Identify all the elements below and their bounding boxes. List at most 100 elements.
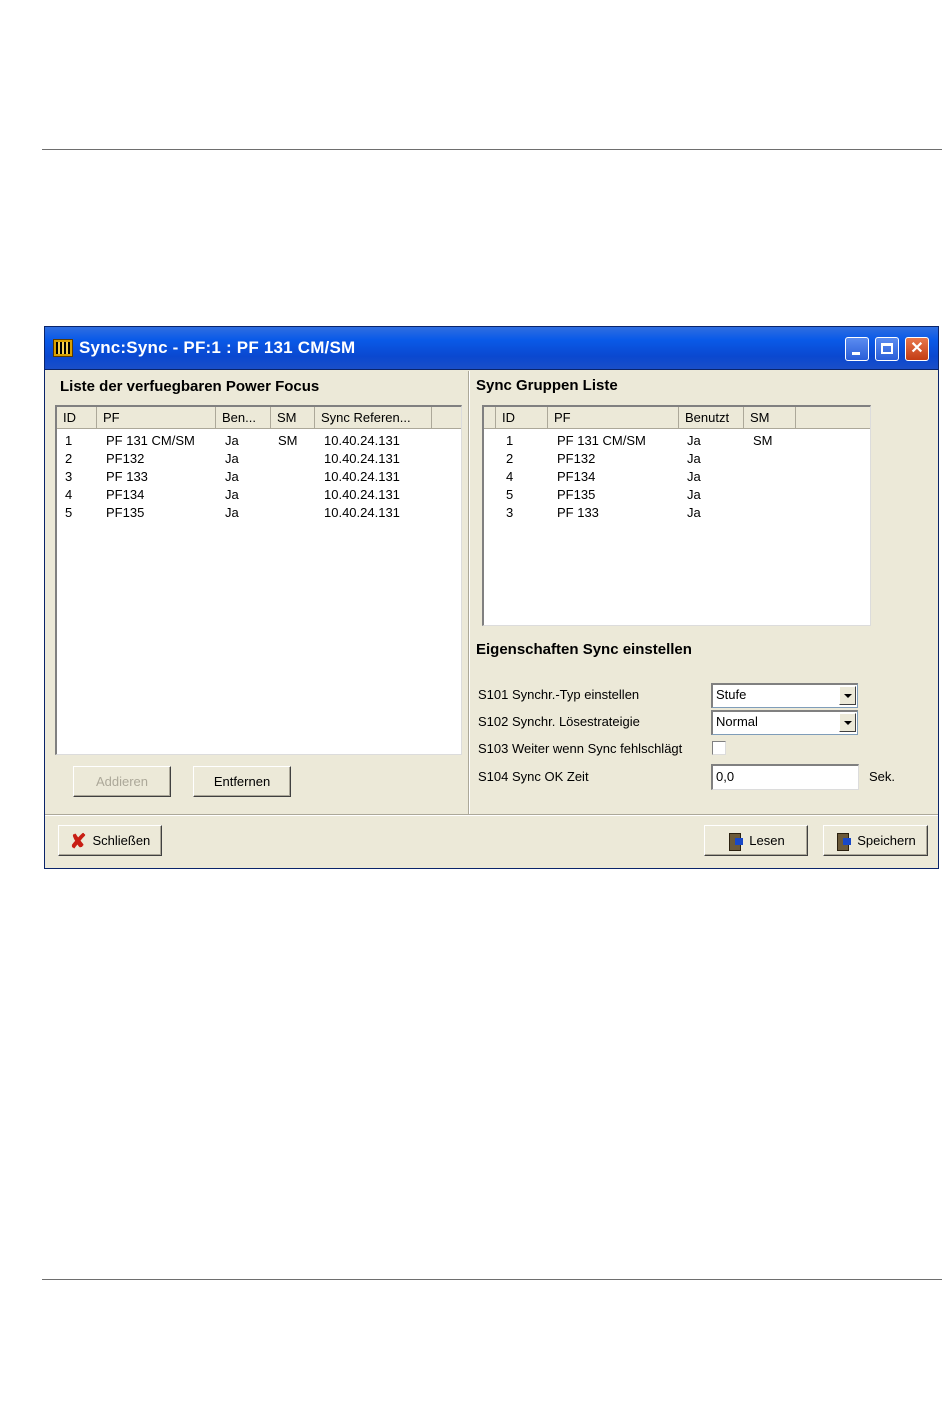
row-id: 4: [506, 469, 514, 484]
sync-group-panel: Sync Gruppen Liste ID PF Benutzt SM 1 PF…: [472, 371, 934, 815]
save-button[interactable]: Speichern: [823, 825, 928, 856]
close-button-label: Schließen: [92, 833, 151, 848]
s101-sync-type-select[interactable]: Stufe: [711, 683, 858, 708]
row-benutzt: Ja: [225, 433, 239, 448]
remove-button[interactable]: Entfernen: [193, 766, 291, 797]
s104-sync-ok-time-input[interactable]: 0,0: [711, 764, 859, 790]
col-header-pf[interactable]: PF: [97, 407, 216, 428]
row-id: 2: [65, 451, 73, 466]
row-id: 1: [65, 433, 73, 448]
row-benutzt: Ja: [687, 487, 701, 502]
col-header-id[interactable]: ID: [57, 407, 97, 428]
s102-strategy-select[interactable]: Normal: [711, 710, 858, 735]
row-pf: PF132: [557, 451, 596, 466]
close-button[interactable]: ✘ Schließen: [58, 825, 162, 856]
row-benutzt: Ja: [687, 505, 701, 520]
list-item[interactable]: 4 PF134 Ja 10.40.24.131: [57, 486, 461, 504]
s101-value: Stufe: [716, 687, 747, 702]
list-item[interactable]: 1 PF 131 CM/SM Ja SM: [484, 432, 870, 450]
close-icon: ✘: [69, 830, 87, 853]
col-header-sm[interactable]: SM: [744, 407, 796, 428]
save-icon: [835, 833, 852, 852]
row-benutzt: Ja: [225, 505, 239, 520]
row-benutzt: Ja: [225, 451, 239, 466]
panel-divider: [468, 371, 470, 815]
row-pf: PF135: [557, 487, 596, 502]
add-button[interactable]: Addieren: [73, 766, 171, 797]
row-sync-ref: 10.40.24.131: [324, 469, 400, 484]
available-pf-heading: Liste der verfuegbaren Power Focus: [60, 378, 320, 395]
list-item[interactable]: 1 PF 131 CM/SM Ja SM 10.40.24.131: [57, 432, 461, 450]
s102-label: S102 Synchr. Lösestrateigie: [478, 714, 640, 729]
list-item[interactable]: 2 PF132 Ja 10.40.24.131: [57, 450, 461, 468]
list-item[interactable]: 3 PF 133 Ja: [484, 504, 870, 522]
footer-divider: [45, 814, 938, 816]
available-pf-list[interactable]: ID PF Ben... SM Sync Referen... 1 PF 131…: [55, 405, 462, 755]
row-benutzt: Ja: [687, 451, 701, 466]
row-id: 5: [65, 505, 73, 520]
row-sync-ref: 10.40.24.131: [324, 433, 400, 448]
row-pf: PF 131 CM/SM: [106, 433, 195, 448]
list-item[interactable]: 2 PF132 Ja: [484, 450, 870, 468]
s103-label: S103 Weiter wenn Sync fehlschlägt: [478, 741, 683, 756]
app-icon: [53, 339, 73, 357]
available-pf-panel: Liste der verfuegbaren Power Focus ID PF…: [48, 371, 469, 815]
s101-label: S101 Synchr.-Typ einstellen: [478, 687, 640, 702]
row-id: 2: [506, 451, 514, 466]
window-title: Sync:Sync - PF:1 : PF 131 CM/SM: [79, 338, 356, 357]
close-window-button[interactable]: ✕: [905, 337, 929, 361]
chevron-down-icon[interactable]: [839, 686, 856, 705]
row-pf: PF 133: [557, 505, 599, 520]
row-id: 3: [65, 469, 73, 484]
read-button-label: Lesen: [749, 833, 785, 848]
col-header-sync-ref[interactable]: Sync Referen...: [315, 407, 432, 428]
row-id: 1: [506, 433, 514, 448]
col-header-pf[interactable]: PF: [548, 407, 679, 428]
row-pf: PF134: [106, 487, 145, 502]
row-sync-ref: 10.40.24.131: [324, 487, 400, 502]
row-pf: PF 133: [106, 469, 148, 484]
page-top-rule: [42, 149, 942, 150]
list-item[interactable]: 5 PF135 Ja 10.40.24.131: [57, 504, 461, 522]
sync-group-list[interactable]: ID PF Benutzt SM 1 PF 131 CM/SM Ja SM 2 …: [482, 405, 871, 626]
row-sync-ref: 10.40.24.131: [324, 451, 400, 466]
row-pf: PF 131 CM/SM: [557, 433, 646, 448]
row-benutzt: Ja: [687, 469, 701, 484]
title-bar[interactable]: Sync:Sync - PF:1 : PF 131 CM/SM ✕: [45, 327, 938, 370]
chevron-down-icon[interactable]: [839, 713, 856, 732]
row-benutzt: Ja: [225, 487, 239, 502]
col-header-benutzt[interactable]: Ben...: [216, 407, 271, 428]
sync-window: Sync:Sync - PF:1 : PF 131 CM/SM ✕ Liste …: [44, 326, 939, 869]
page-bottom-rule: [42, 1279, 942, 1280]
sync-properties-heading: Eigenschaften Sync einstellen: [476, 641, 692, 658]
read-button[interactable]: Lesen: [704, 825, 808, 856]
s104-label: S104 Sync OK Zeit: [478, 769, 589, 784]
col-header-blank[interactable]: [484, 407, 496, 428]
s103-continue-checkbox[interactable]: [712, 741, 726, 755]
read-icon: [727, 833, 744, 852]
save-button-label: Speichern: [857, 833, 916, 848]
list-item[interactable]: 4 PF134 Ja: [484, 468, 870, 486]
row-id: 3: [506, 505, 514, 520]
sync-group-heading: Sync Gruppen Liste: [476, 377, 618, 394]
sync-group-list-header: ID PF Benutzt SM: [484, 407, 870, 429]
row-benutzt: Ja: [687, 433, 701, 448]
list-item[interactable]: 3 PF 133 Ja 10.40.24.131: [57, 468, 461, 486]
row-id: 4: [65, 487, 73, 502]
s102-value: Normal: [716, 714, 758, 729]
s104-unit: Sek.: [869, 769, 896, 784]
col-header-id[interactable]: ID: [496, 407, 548, 428]
row-sm: SM: [753, 433, 773, 448]
row-pf: PF132: [106, 451, 145, 466]
list-item[interactable]: 5 PF135 Ja: [484, 486, 870, 504]
col-header-benutzt[interactable]: Benutzt: [679, 407, 744, 428]
row-sm: SM: [278, 433, 298, 448]
row-benutzt: Ja: [225, 469, 239, 484]
row-id: 5: [506, 487, 514, 502]
col-header-sm[interactable]: SM: [271, 407, 315, 428]
minimize-button[interactable]: [845, 337, 869, 361]
available-pf-list-header: ID PF Ben... SM Sync Referen...: [57, 407, 461, 429]
row-pf: PF134: [557, 469, 596, 484]
row-sync-ref: 10.40.24.131: [324, 505, 400, 520]
maximize-button[interactable]: [875, 337, 899, 361]
